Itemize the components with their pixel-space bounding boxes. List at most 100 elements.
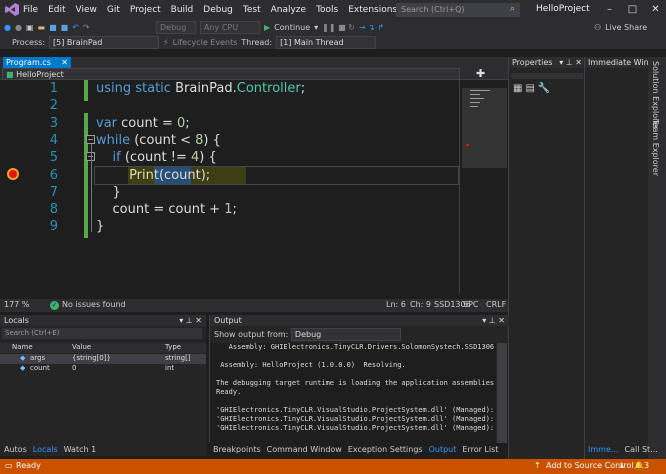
alphabetical-icon[interactable]: ▤ xyxy=(525,83,534,94)
issues-status[interactable]: No issues found xyxy=(62,300,126,309)
window-controls: – □ ✕ xyxy=(598,0,666,19)
zoom-level[interactable]: 177 % xyxy=(4,300,29,309)
live-share-icon[interactable]: ⚇ xyxy=(594,23,601,32)
platform-dropdown[interactable]: Any CPU xyxy=(200,21,260,34)
undo-icon[interactable]: ↶ xyxy=(72,23,79,32)
menu-item-build[interactable]: Build xyxy=(170,5,195,15)
wrench-icon[interactable]: 🔧 xyxy=(538,83,550,94)
notification-icon[interactable]: 🔔3 xyxy=(634,461,649,470)
code-line[interactable]: using static BrainPad.Controller; xyxy=(96,81,305,96)
maximize-button[interactable]: □ xyxy=(621,0,644,19)
lifecycle-events[interactable]: Lifecycle Events xyxy=(173,38,238,47)
side-tab-strip: Solution Explorer Team Explorer xyxy=(648,57,666,463)
output-text[interactable]: Assembly: GHIElectronics.TinyCLR.Drivers… xyxy=(210,343,496,443)
menu-item-analyze[interactable]: Analyze xyxy=(270,5,307,15)
categorized-icon[interactable]: ▦ xyxy=(513,83,522,94)
project-dropdown[interactable]: ■ HelloProject xyxy=(2,68,460,80)
breakpoint-icon[interactable] xyxy=(7,168,19,180)
tab-command-window[interactable]: Command Window xyxy=(267,444,342,455)
menu-item-debug[interactable]: Debug xyxy=(202,5,234,15)
col-name[interactable]: Name xyxy=(12,343,33,351)
col-value[interactable]: Value xyxy=(72,343,91,351)
lifecycle-icon[interactable]: ⚡ xyxy=(163,38,169,47)
minimap-viewport[interactable] xyxy=(462,88,507,168)
menu-item-extensions[interactable]: Extensions xyxy=(347,5,398,15)
tab-immediate[interactable]: Imme... xyxy=(588,444,619,455)
locals-search-input[interactable]: Search (Ctrl+E) xyxy=(2,328,202,339)
table-row[interactable]: ◆ args {string[0]} string[] xyxy=(0,354,206,364)
tab-locals[interactable]: Locals xyxy=(33,444,58,455)
split-editor-icon[interactable]: ✚ xyxy=(476,67,485,80)
redo-icon[interactable]: ↷ xyxy=(83,23,90,32)
open-icon[interactable]: ▬ xyxy=(38,23,46,32)
menu-item-git[interactable]: Git xyxy=(106,5,121,15)
new-item-icon[interactable]: ▣ xyxy=(26,23,34,32)
tab-team-explorer[interactable]: Team Explorer xyxy=(651,119,660,176)
tab-autos[interactable]: Autos xyxy=(4,444,27,455)
pin-icon[interactable]: ▾ ⊥ ✕ xyxy=(482,315,505,326)
immediate-window[interactable]: Immediate Wind... xyxy=(584,57,649,463)
code-line[interactable]: var count = 0; xyxy=(96,116,190,131)
close-button[interactable]: ✕ xyxy=(644,0,666,19)
code-line[interactable]: } xyxy=(96,219,104,234)
pin-icon[interactable]: ▾ ⊥ ✕ xyxy=(559,57,582,68)
line-number: 9 xyxy=(49,219,58,235)
tab-watch-1[interactable]: Watch 1 xyxy=(64,444,97,455)
forward-icon[interactable]: ● xyxy=(15,23,22,32)
back-icon[interactable]: ● xyxy=(4,23,11,32)
code-line[interactable]: while (count < 8) { xyxy=(96,133,221,148)
code-line[interactable]: count = count + 1; xyxy=(96,202,237,217)
process-dropdown[interactable]: [5] BrainPad xyxy=(49,36,160,49)
config-dropdown[interactable]: Debug xyxy=(156,21,196,34)
properties-title: Properties ▾ ⊥ ✕ xyxy=(509,57,585,68)
thread-dropdown[interactable]: [1] Main Thread xyxy=(276,36,377,49)
menu-item-view[interactable]: View xyxy=(75,5,98,15)
step-icon[interactable]: → ↴ ↱ xyxy=(359,23,384,32)
close-tab-icon[interactable]: ✕ xyxy=(61,57,68,68)
output-title: Output ▾ ⊥ ✕ xyxy=(210,315,509,326)
debug-tools-icon[interactable]: ❚❚ ■ ↻ xyxy=(322,23,355,32)
tab-breakpoints[interactable]: Breakpoints xyxy=(213,444,261,455)
tab-program-cs[interactable]: Program.cs ✕ xyxy=(3,57,71,68)
table-row[interactable]: ◆ count 0 int xyxy=(0,364,206,374)
pin-icon[interactable]: ▾ ⊥ ✕ xyxy=(179,315,202,326)
menu-item-test[interactable]: Test xyxy=(242,5,262,15)
menu-item-project[interactable]: Project xyxy=(129,5,162,15)
tab-output[interactable]: Output xyxy=(429,444,457,455)
whitespace-mode: SPC xyxy=(463,300,479,309)
bottom-left-tabs: Autos Locals Watch 1 xyxy=(0,444,206,455)
minimap-line xyxy=(470,98,484,99)
output-scrollbar[interactable] xyxy=(497,343,507,443)
search-input[interactable]: Search (Ctrl+Q) ⌕ xyxy=(396,3,520,17)
continue-button[interactable]: Continue xyxy=(274,23,310,32)
code-editor[interactable] xyxy=(0,80,459,294)
save-icon[interactable]: ■ xyxy=(49,23,57,32)
minimize-button[interactable]: – xyxy=(598,0,621,19)
menu-item-edit[interactable]: Edit xyxy=(47,5,66,15)
tab-call-stack[interactable]: Call St... xyxy=(625,444,658,455)
output-source-dropdown[interactable]: Debug xyxy=(290,328,401,341)
minimap[interactable] xyxy=(459,80,508,294)
continue-icon[interactable]: ▶ xyxy=(264,23,270,32)
tab-error-list[interactable]: Error List xyxy=(462,444,498,455)
properties-object-dropdown[interactable] xyxy=(511,73,583,79)
col-type[interactable]: Type xyxy=(165,343,181,351)
minimap-line xyxy=(470,102,480,103)
menu-item-file[interactable]: File xyxy=(22,5,39,15)
code-line[interactable]: if (count != 4) { xyxy=(96,150,217,165)
debug-location-toolbar: Process: [5] BrainPad ⚡ Lifecycle Events… xyxy=(0,36,666,49)
tab-exception-settings[interactable]: Exception Settings xyxy=(348,444,423,455)
code-line[interactable]: Print(count); xyxy=(96,168,210,183)
chevron-up-icon[interactable]: ▴ xyxy=(620,461,624,470)
minimap-line xyxy=(470,106,478,107)
menu-item-tools[interactable]: Tools xyxy=(315,5,339,15)
dropdown-arrow-icon[interactable]: ▾ xyxy=(314,23,318,32)
output-line: Ready. xyxy=(216,388,242,396)
code-line[interactable]: } xyxy=(96,185,121,200)
live-share-button[interactable]: Live Share xyxy=(605,23,647,32)
save-all-icon[interactable]: ■ xyxy=(61,23,69,32)
collapse-icon[interactable]: − xyxy=(86,135,95,144)
line-number: 7 xyxy=(49,184,58,200)
status-bar: ▭ Ready ↑ Add to Source Control ▴ 🔔3 xyxy=(0,459,666,474)
line-ending[interactable]: CRLF xyxy=(486,300,506,309)
